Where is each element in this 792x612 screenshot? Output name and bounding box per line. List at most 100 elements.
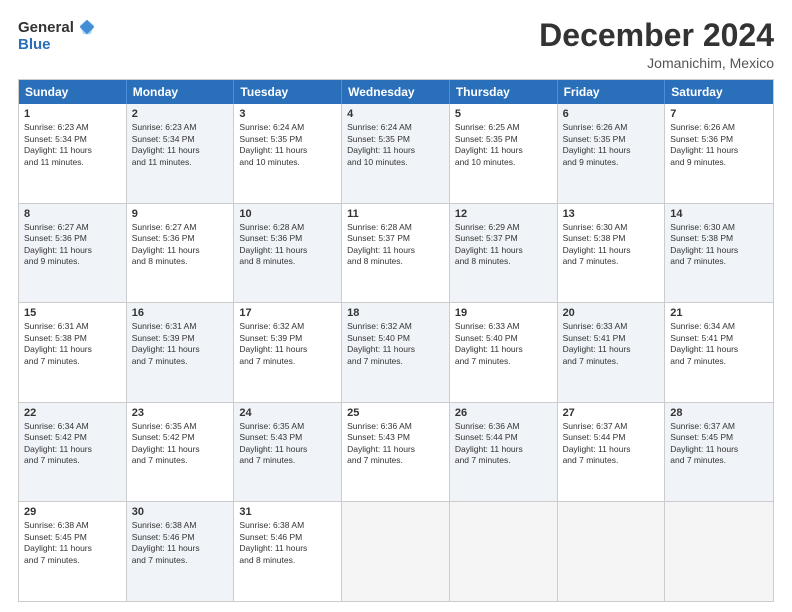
cell-4-thu: 26 Sunrise: 6:36 AMSunset: 5:44 PMDaylig… <box>450 403 558 502</box>
day-num: 12 <box>455 208 552 220</box>
cell-3-mon: 16 Sunrise: 6:31 AMSunset: 5:39 PMDaylig… <box>127 303 235 402</box>
cell-2-sat: 14 Sunrise: 6:30 AMSunset: 5:38 PMDaylig… <box>665 204 773 303</box>
cell-4-tue: 24 Sunrise: 6:35 AMSunset: 5:43 PMDaylig… <box>234 403 342 502</box>
calendar: Sunday Monday Tuesday Wednesday Thursday… <box>18 79 774 602</box>
cell-2-sun: 8 Sunrise: 6:27 AMSunset: 5:36 PMDayligh… <box>19 204 127 303</box>
cell-1-sat: 7 Sunrise: 6:26 AMSunset: 5:36 PMDayligh… <box>665 104 773 203</box>
cell-5-sun: 29 Sunrise: 6:38 AMSunset: 5:45 PMDaylig… <box>19 502 127 601</box>
cell-3-thu: 19 Sunrise: 6:33 AMSunset: 5:40 PMDaylig… <box>450 303 558 402</box>
cell-info: Sunrise: 6:31 AMSunset: 5:39 PMDaylight:… <box>132 321 229 367</box>
month-title: December 2024 <box>539 18 774 53</box>
cell-info: Sunrise: 6:34 AMSunset: 5:41 PMDaylight:… <box>670 321 768 367</box>
cell-2-tue: 10 Sunrise: 6:28 AMSunset: 5:36 PMDaylig… <box>234 204 342 303</box>
cell-4-fri: 27 Sunrise: 6:37 AMSunset: 5:44 PMDaylig… <box>558 403 666 502</box>
cell-5-thu-empty <box>450 502 558 601</box>
cell-info: Sunrise: 6:25 AMSunset: 5:35 PMDaylight:… <box>455 122 552 168</box>
logo-general: General <box>18 19 74 36</box>
cell-1-wed: 4 Sunrise: 6:24 AMSunset: 5:35 PMDayligh… <box>342 104 450 203</box>
cell-5-sat-empty <box>665 502 773 601</box>
day-num: 21 <box>670 307 768 319</box>
logo: General Blue <box>18 18 96 53</box>
cell-info: Sunrise: 6:30 AMSunset: 5:38 PMDaylight:… <box>670 222 768 268</box>
day-num: 8 <box>24 208 121 220</box>
day-num: 25 <box>347 407 444 419</box>
cell-2-thu: 12 Sunrise: 6:29 AMSunset: 5:37 PMDaylig… <box>450 204 558 303</box>
cell-info: Sunrise: 6:23 AMSunset: 5:34 PMDaylight:… <box>24 122 121 168</box>
cell-3-sat: 21 Sunrise: 6:34 AMSunset: 5:41 PMDaylig… <box>665 303 773 402</box>
cell-info: Sunrise: 6:31 AMSunset: 5:38 PMDaylight:… <box>24 321 121 367</box>
cell-info: Sunrise: 6:37 AMSunset: 5:44 PMDaylight:… <box>563 421 660 467</box>
cell-info: Sunrise: 6:32 AMSunset: 5:39 PMDaylight:… <box>239 321 336 367</box>
day-num: 4 <box>347 108 444 120</box>
week-1: 1 Sunrise: 6:23 AMSunset: 5:34 PMDayligh… <box>19 104 773 203</box>
week-2: 8 Sunrise: 6:27 AMSunset: 5:36 PMDayligh… <box>19 203 773 303</box>
cell-2-wed: 11 Sunrise: 6:28 AMSunset: 5:37 PMDaylig… <box>342 204 450 303</box>
day-num: 28 <box>670 407 768 419</box>
cell-5-mon: 30 Sunrise: 6:38 AMSunset: 5:46 PMDaylig… <box>127 502 235 601</box>
title-block: December 2024 Jomanichim, Mexico <box>539 18 774 71</box>
cell-info: Sunrise: 6:26 AMSunset: 5:35 PMDaylight:… <box>563 122 660 168</box>
day-num: 22 <box>24 407 121 419</box>
day-num: 1 <box>24 108 121 120</box>
cell-1-mon: 2 Sunrise: 6:23 AMSunset: 5:34 PMDayligh… <box>127 104 235 203</box>
cell-info: Sunrise: 6:24 AMSunset: 5:35 PMDaylight:… <box>347 122 444 168</box>
cell-4-mon: 23 Sunrise: 6:35 AMSunset: 5:42 PMDaylig… <box>127 403 235 502</box>
cell-3-fri: 20 Sunrise: 6:33 AMSunset: 5:41 PMDaylig… <box>558 303 666 402</box>
cell-info: Sunrise: 6:30 AMSunset: 5:38 PMDaylight:… <box>563 222 660 268</box>
cell-info: Sunrise: 6:29 AMSunset: 5:37 PMDaylight:… <box>455 222 552 268</box>
day-num: 26 <box>455 407 552 419</box>
day-num: 13 <box>563 208 660 220</box>
day-num: 11 <box>347 208 444 220</box>
cell-info: Sunrise: 6:36 AMSunset: 5:44 PMDaylight:… <box>455 421 552 467</box>
cell-info: Sunrise: 6:27 AMSunset: 5:36 PMDaylight:… <box>132 222 229 268</box>
logo-icon <box>78 18 96 36</box>
cell-1-tue: 3 Sunrise: 6:24 AMSunset: 5:35 PMDayligh… <box>234 104 342 203</box>
cell-3-sun: 15 Sunrise: 6:31 AMSunset: 5:38 PMDaylig… <box>19 303 127 402</box>
day-num: 7 <box>670 108 768 120</box>
cell-5-wed-empty <box>342 502 450 601</box>
day-num: 27 <box>563 407 660 419</box>
cell-1-fri: 6 Sunrise: 6:26 AMSunset: 5:35 PMDayligh… <box>558 104 666 203</box>
day-num: 15 <box>24 307 121 319</box>
day-num: 6 <box>563 108 660 120</box>
day-num: 19 <box>455 307 552 319</box>
day-num: 3 <box>239 108 336 120</box>
header-sunday: Sunday <box>19 80 127 104</box>
cell-info: Sunrise: 6:35 AMSunset: 5:42 PMDaylight:… <box>132 421 229 467</box>
header: General Blue December 2024 Jomanichim, M… <box>18 18 774 71</box>
cell-info: Sunrise: 6:28 AMSunset: 5:36 PMDaylight:… <box>239 222 336 268</box>
day-num: 16 <box>132 307 229 319</box>
cell-info: Sunrise: 6:28 AMSunset: 5:37 PMDaylight:… <box>347 222 444 268</box>
page: General Blue December 2024 Jomanichim, M… <box>0 0 792 612</box>
week-5: 29 Sunrise: 6:38 AMSunset: 5:45 PMDaylig… <box>19 501 773 601</box>
cell-4-sun: 22 Sunrise: 6:34 AMSunset: 5:42 PMDaylig… <box>19 403 127 502</box>
cell-2-mon: 9 Sunrise: 6:27 AMSunset: 5:36 PMDayligh… <box>127 204 235 303</box>
day-num: 14 <box>670 208 768 220</box>
cell-info: Sunrise: 6:26 AMSunset: 5:36 PMDaylight:… <box>670 122 768 168</box>
cell-info: Sunrise: 6:36 AMSunset: 5:43 PMDaylight:… <box>347 421 444 467</box>
week-3: 15 Sunrise: 6:31 AMSunset: 5:38 PMDaylig… <box>19 302 773 402</box>
header-friday: Friday <box>558 80 666 104</box>
cell-info: Sunrise: 6:33 AMSunset: 5:41 PMDaylight:… <box>563 321 660 367</box>
day-num: 10 <box>239 208 336 220</box>
day-num: 5 <box>455 108 552 120</box>
cell-5-fri-empty <box>558 502 666 601</box>
cell-info: Sunrise: 6:38 AMSunset: 5:45 PMDaylight:… <box>24 520 121 566</box>
cell-info: Sunrise: 6:38 AMSunset: 5:46 PMDaylight:… <box>132 520 229 566</box>
week-4: 22 Sunrise: 6:34 AMSunset: 5:42 PMDaylig… <box>19 402 773 502</box>
cell-5-tue: 31 Sunrise: 6:38 AMSunset: 5:46 PMDaylig… <box>234 502 342 601</box>
cell-4-sat: 28 Sunrise: 6:37 AMSunset: 5:45 PMDaylig… <box>665 403 773 502</box>
header-thursday: Thursday <box>450 80 558 104</box>
day-num: 18 <box>347 307 444 319</box>
cell-info: Sunrise: 6:23 AMSunset: 5:34 PMDaylight:… <box>132 122 229 168</box>
header-tuesday: Tuesday <box>234 80 342 104</box>
calendar-header-row: Sunday Monday Tuesday Wednesday Thursday… <box>19 80 773 104</box>
cell-1-thu: 5 Sunrise: 6:25 AMSunset: 5:35 PMDayligh… <box>450 104 558 203</box>
cell-3-tue: 17 Sunrise: 6:32 AMSunset: 5:39 PMDaylig… <box>234 303 342 402</box>
header-wednesday: Wednesday <box>342 80 450 104</box>
day-num: 31 <box>239 506 336 518</box>
cell-info: Sunrise: 6:34 AMSunset: 5:42 PMDaylight:… <box>24 421 121 467</box>
cell-info: Sunrise: 6:27 AMSunset: 5:36 PMDaylight:… <box>24 222 121 268</box>
day-num: 17 <box>239 307 336 319</box>
header-saturday: Saturday <box>665 80 773 104</box>
